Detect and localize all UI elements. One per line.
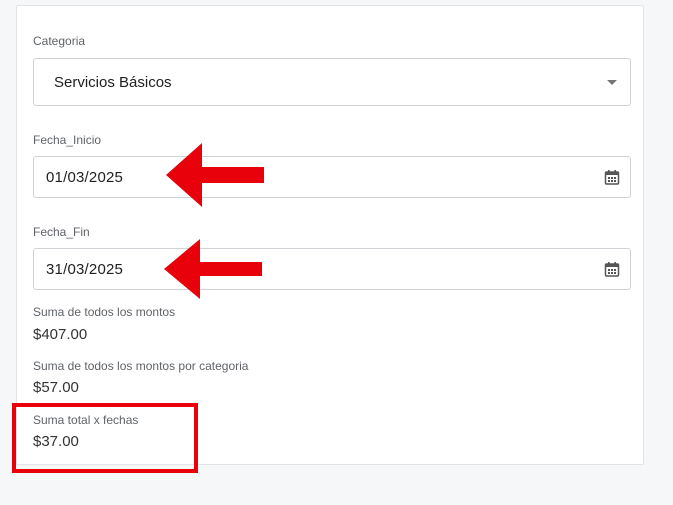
highlight-box — [12, 403, 198, 473]
suma-categoria-label: Suma de todos los montos por categoria — [33, 359, 249, 373]
suma-total-value: $407.00 — [33, 326, 88, 343]
fecha-inicio-label: Fecha_Inicio — [33, 133, 102, 147]
calendar-icon[interactable] — [604, 169, 620, 185]
fecha-inicio-value: 01/03/2025 — [46, 169, 124, 186]
chevron-down-icon — [607, 80, 617, 85]
categoria-selected-value: Servicios Básicos — [54, 74, 172, 91]
suma-total-label: Suma de todos los montos — [33, 305, 176, 319]
calendar-icon[interactable] — [604, 261, 620, 277]
fecha-fin-value: 31/03/2025 — [46, 261, 124, 278]
fecha-fin-label: Fecha_Fin — [33, 225, 90, 239]
arrow-left-icon — [166, 143, 264, 207]
suma-categoria-value: $57.00 — [33, 379, 79, 396]
fecha-inicio-input[interactable]: 01/03/2025 — [33, 156, 631, 198]
filter-card: Categoria Servicios Básicos Fecha_Inicio… — [16, 5, 644, 465]
arrow-left-icon — [164, 239, 262, 299]
categoria-select[interactable]: Servicios Básicos — [33, 58, 631, 106]
fecha-fin-input[interactable]: 31/03/2025 — [33, 248, 631, 290]
categoria-label: Categoria — [33, 34, 86, 48]
